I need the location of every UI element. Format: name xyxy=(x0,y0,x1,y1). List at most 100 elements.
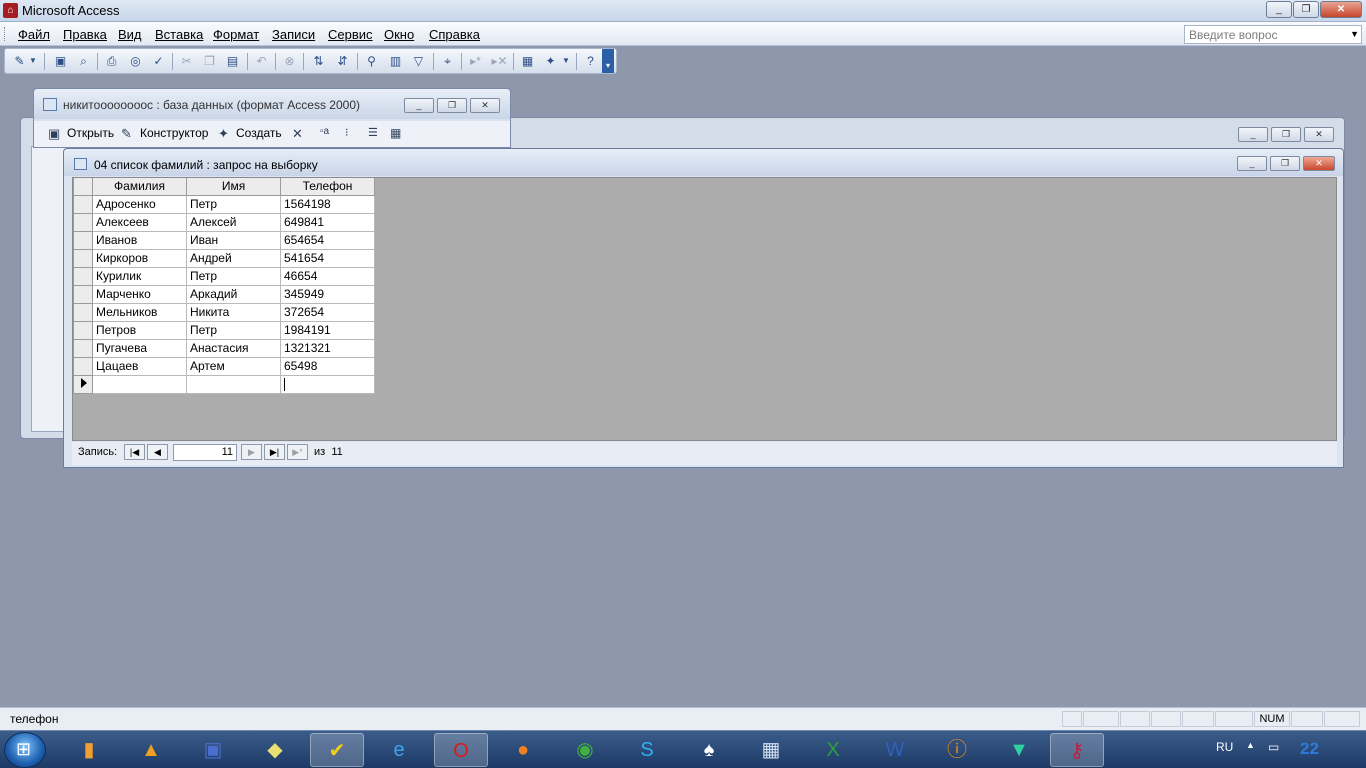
chevron-down-icon[interactable]: ▼ xyxy=(1350,29,1359,39)
filter-by-form-icon[interactable]: ▥ xyxy=(387,53,404,69)
sort-ascending-icon[interactable]: ⇅ xyxy=(310,53,327,69)
toolbar-options-icon[interactable]: ▾ xyxy=(602,49,614,73)
table-cell[interactable]: Курилик xyxy=(92,266,187,286)
close-button[interactable]: ✕ xyxy=(1303,156,1335,171)
calendar-app-icon[interactable]: ▦ xyxy=(744,733,798,767)
table-cell[interactable]: 372654 xyxy=(280,302,375,322)
table-cell[interactable]: Адросенко xyxy=(92,194,187,214)
record-selector[interactable] xyxy=(73,266,93,286)
table-cell[interactable]: 345949 xyxy=(280,284,375,304)
table-cell[interactable]: Иванов xyxy=(92,230,187,250)
access-taskbar-icon[interactable]: ⚷ xyxy=(1050,733,1104,767)
table-cell[interactable]: Марченко xyxy=(92,284,187,304)
last-record-button[interactable]: ▶| xyxy=(264,444,285,460)
record-selector[interactable] xyxy=(73,230,93,250)
restore-button[interactable]: ❐ xyxy=(437,98,467,113)
chrome-icon[interactable]: ◉ xyxy=(558,733,612,767)
details-icon[interactable]: ▦ xyxy=(390,126,401,140)
archive-app-icon[interactable]: ▮ xyxy=(62,733,116,767)
paste-icon[interactable]: ▤ xyxy=(224,53,241,69)
minimize-button[interactable]: _ xyxy=(1238,127,1268,142)
record-selector[interactable] xyxy=(73,194,93,214)
create-button[interactable]: Создать xyxy=(236,126,282,140)
table-cell[interactable]: 1984191 xyxy=(280,320,375,340)
find-icon[interactable]: ⌖ xyxy=(439,53,456,69)
table-cell[interactable]: 1564198 xyxy=(280,194,375,214)
table-cell[interactable] xyxy=(280,374,375,394)
table-cell[interactable]: 541654 xyxy=(280,248,375,268)
table-cell[interactable]: Петр xyxy=(186,194,281,214)
new-object-icon[interactable]: ✦ xyxy=(542,53,559,69)
current-record-selector[interactable] xyxy=(73,374,93,394)
view-design-icon[interactable]: ✎ xyxy=(11,53,28,69)
design-icon[interactable]: ✎ xyxy=(121,126,132,142)
excel-icon[interactable]: X xyxy=(806,733,860,767)
hyperlink-icon[interactable]: ⊗ xyxy=(281,53,298,69)
print-preview-icon[interactable]: ◎ xyxy=(127,53,144,69)
large-icons-icon[interactable]: ▫a xyxy=(320,126,329,137)
menu-tools[interactable]: Сервис xyxy=(328,27,373,42)
undo-icon[interactable]: ↶ xyxy=(253,53,270,69)
chevron-down-icon[interactable]: ▼ xyxy=(28,53,38,69)
column-header[interactable]: Фамилия xyxy=(92,178,187,196)
table-cell[interactable]: Иван xyxy=(186,230,281,250)
small-icons-icon[interactable]: ⁝ xyxy=(345,126,349,139)
delete-icon[interactable]: ✕ xyxy=(292,126,303,142)
record-selector[interactable] xyxy=(73,338,93,358)
column-header[interactable]: Телефон xyxy=(280,178,375,196)
triangle-app-icon[interactable]: ▼ xyxy=(992,733,1046,767)
chevron-down-icon[interactable]: ▼ xyxy=(561,53,571,69)
show-hidden-icons-icon[interactable]: ▲ xyxy=(1246,740,1255,750)
table-cell[interactable]: 65498 xyxy=(280,356,375,376)
record-selector[interactable] xyxy=(73,320,93,340)
minimize-button[interactable]: _ xyxy=(1237,156,1267,171)
save-icon[interactable]: ▣ xyxy=(52,53,69,69)
table-cell[interactable]: Пугачева xyxy=(92,338,187,358)
record-selector[interactable] xyxy=(73,284,93,304)
internet-explorer-icon[interactable]: e xyxy=(372,733,426,767)
record-selector[interactable] xyxy=(73,212,93,232)
query-window-titlebar[interactable]: 04 список фамилий : запрос на выборку xyxy=(64,149,1343,176)
apply-filter-icon[interactable]: ▽ xyxy=(410,53,427,69)
table-cell[interactable]: Артем xyxy=(186,356,281,376)
new-record-icon[interactable]: ▸* xyxy=(467,53,484,69)
new-record-button[interactable]: ▶* xyxy=(287,444,308,460)
minimize-button[interactable]: _ xyxy=(1266,1,1292,18)
checkmark-app-icon[interactable]: ✔ xyxy=(310,733,364,767)
table-cell[interactable]: Алексеев xyxy=(92,212,187,232)
table-cell[interactable]: Андрей xyxy=(186,248,281,268)
record-selector[interactable] xyxy=(73,356,93,376)
menu-help[interactable]: Справка xyxy=(429,27,480,42)
column-header[interactable]: Имя xyxy=(186,178,281,196)
table-cell[interactable]: Цацаев xyxy=(92,356,187,376)
design-button[interactable]: Конструктор xyxy=(140,126,208,140)
close-button[interactable]: ✕ xyxy=(1304,127,1334,142)
menu-records[interactable]: Записи xyxy=(272,27,315,42)
delete-record-icon[interactable]: ▸✕ xyxy=(491,53,508,69)
help-search-input[interactable]: Введите вопрос ▼ xyxy=(1184,25,1362,44)
table-cell[interactable]: 654654 xyxy=(280,230,375,250)
menu-insert[interactable]: Вставка xyxy=(155,27,203,42)
menu-grip[interactable] xyxy=(4,27,7,41)
file-search-icon[interactable]: ⌕ xyxy=(75,53,92,69)
close-button[interactable]: ✕ xyxy=(1320,1,1362,18)
table-cell[interactable]: 1321321 xyxy=(280,338,375,358)
first-record-button[interactable]: |◀ xyxy=(124,444,145,460)
menu-window[interactable]: Окно xyxy=(384,27,414,42)
create-icon[interactable]: ✦ xyxy=(218,126,229,142)
folder-icon[interactable]: ◆ xyxy=(248,733,302,767)
language-indicator[interactable]: RU xyxy=(1216,740,1233,754)
restore-button[interactable]: ❐ xyxy=(1271,127,1301,142)
close-button[interactable]: ✕ xyxy=(470,98,500,113)
cut-icon[interactable]: ✂ xyxy=(178,53,195,69)
next-record-button[interactable]: ▶ xyxy=(241,444,262,460)
sort-descending-icon[interactable]: ⇵ xyxy=(334,53,351,69)
table-cell[interactable]: 46654 xyxy=(280,266,375,286)
print-icon[interactable]: ⎙ xyxy=(103,53,120,69)
restore-button[interactable]: ❐ xyxy=(1293,1,1319,18)
info-app-icon[interactable]: ⓘ xyxy=(930,733,984,767)
minimize-button[interactable]: _ xyxy=(404,98,434,113)
open-button[interactable]: Открыть xyxy=(67,126,114,140)
word-icon[interactable]: W xyxy=(868,733,922,767)
filter-by-selection-icon[interactable]: ⚲ xyxy=(363,53,380,69)
